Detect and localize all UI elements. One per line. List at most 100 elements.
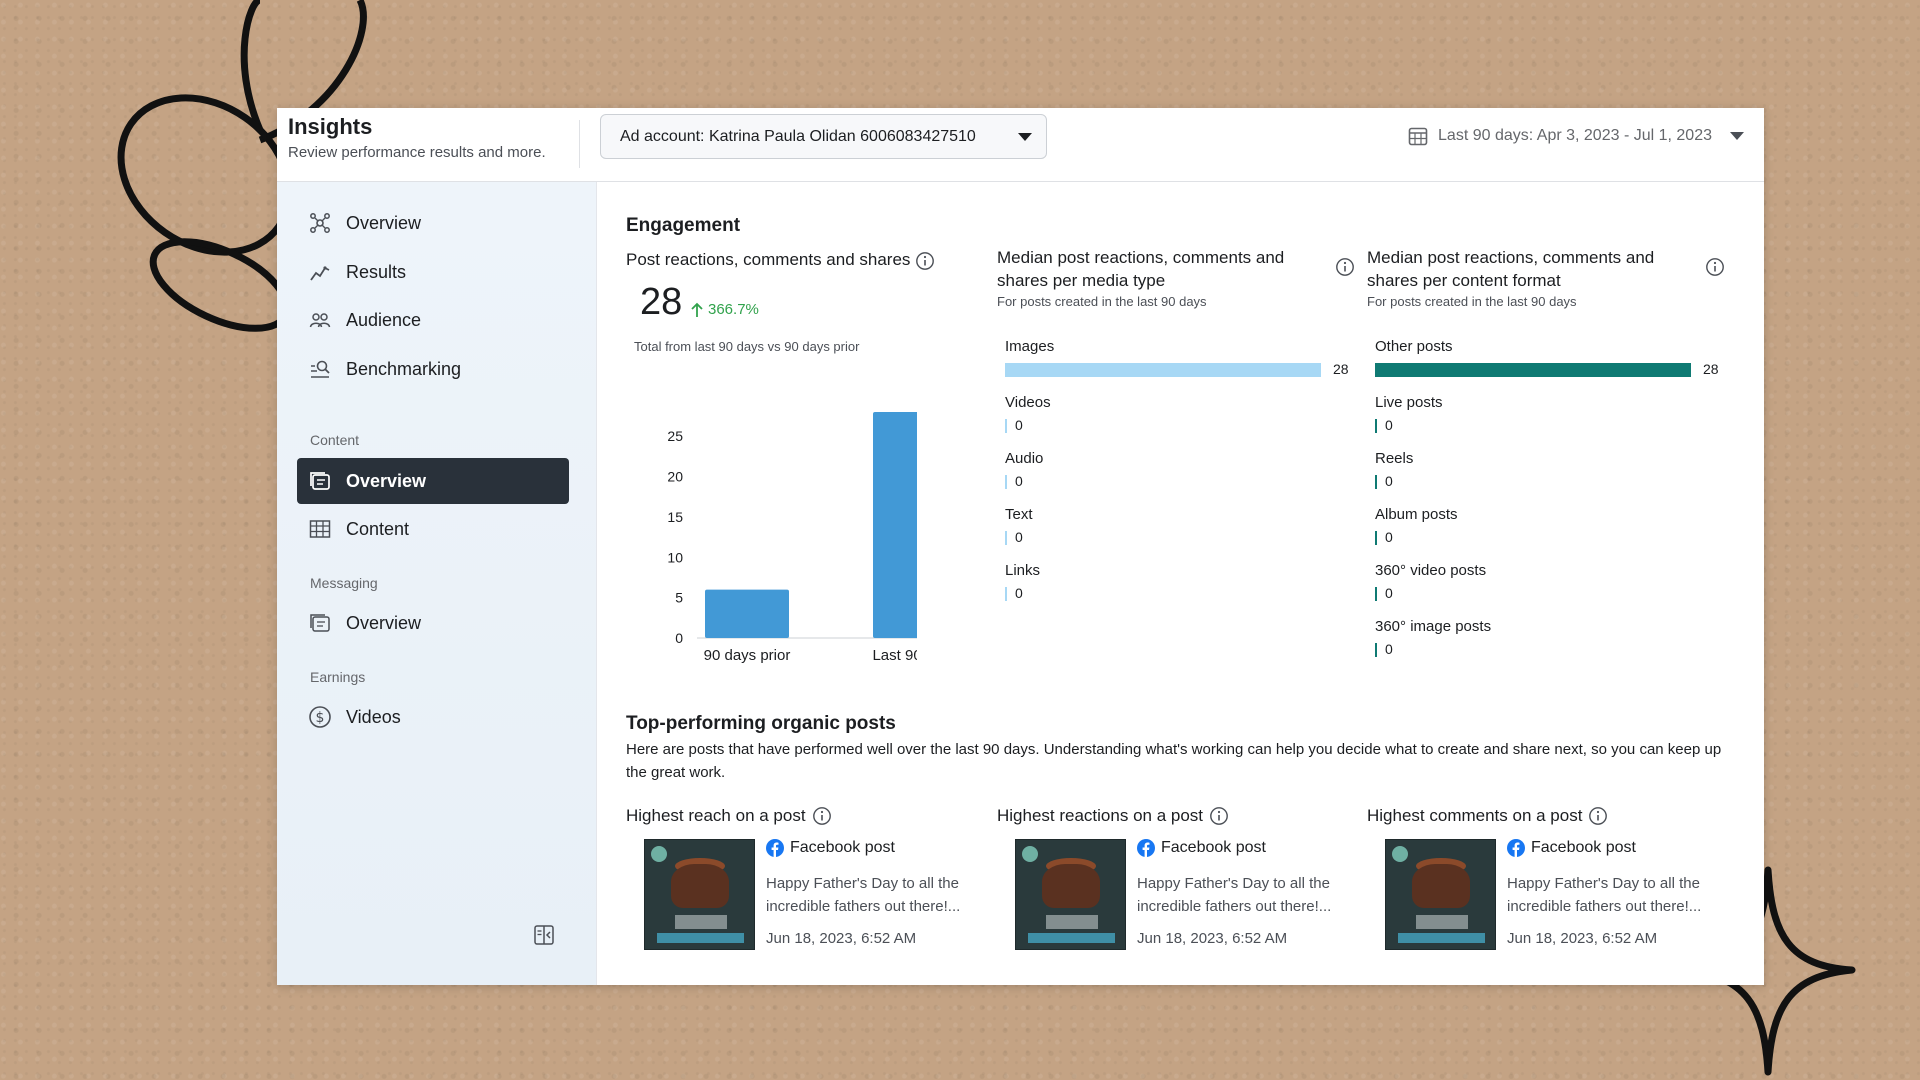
post-source[interactable]: Facebook post <box>766 839 895 857</box>
bar-row-bar <box>1005 419 1007 433</box>
bar-row-value: 0 <box>1385 529 1393 545</box>
post-text: Happy Father's Day to all the incredible… <box>1137 875 1332 915</box>
thumbnail-badge <box>1022 846 1038 862</box>
thumbnail-caption <box>675 915 727 929</box>
highest-reactions-title: Highest reactions on a post <box>997 806 1337 826</box>
x-tick-label: 90 days prior <box>704 647 791 664</box>
sidebar-item-videos[interactable]: $ Videos <box>297 694 569 740</box>
facebook-icon <box>1137 839 1155 857</box>
arrow-up-icon <box>691 302 703 317</box>
info-icon[interactable] <box>1335 257 1355 277</box>
bar-row-value: 0 <box>1015 417 1023 433</box>
top-bar: Insights Review performance results and … <box>277 108 1764 182</box>
highest-reach-title: Highest reach on a post <box>626 806 966 826</box>
bar-row-bar <box>1005 531 1007 545</box>
post-source[interactable]: Facebook post <box>1137 839 1266 857</box>
sidebar-item-label: Results <box>346 261 407 282</box>
highest-comments-title-text: Highest comments on a post <box>1367 806 1583 825</box>
highest-comments-column: Highest comments on a post Facebook post… <box>1367 806 1707 985</box>
top-posts-description: Here are posts that have performed well … <box>626 741 1722 781</box>
date-range-picker[interactable]: Last 90 days: Apr 3, 2023 - Jul 1, 2023 <box>1408 126 1744 146</box>
sidebar-section-messaging: Messaging <box>310 575 378 591</box>
chevron-down-icon <box>1018 132 1032 141</box>
media-type-title-line1: Median post reactions, comments and <box>997 248 1285 267</box>
reactions-card-title: Post reactions, comments and shares <box>626 248 935 271</box>
reactions-card-title-text: Post reactions, comments and shares <box>626 250 911 269</box>
highest-reach-column: Highest reach on a post Facebook post Ha… <box>626 806 966 985</box>
date-range-label: Last 90 days: Apr 3, 2023 - Jul 1, 2023 <box>1438 127 1712 144</box>
bar-row-value: 0 <box>1015 473 1023 489</box>
sidebar-section-content: Content <box>310 432 360 448</box>
post-thumbnail[interactable] <box>1015 839 1126 950</box>
insights-screen: Insights Review performance results and … <box>277 108 1764 985</box>
thumbnail-banner <box>1028 933 1115 943</box>
people-icon <box>308 308 332 332</box>
bar-row-label: 360° image posts <box>1375 618 1492 635</box>
header-divider <box>579 120 580 168</box>
y-tick-label: 15 <box>667 509 683 525</box>
thumbnail-cake <box>671 864 729 908</box>
sidebar-item-audience[interactable]: Audience <box>297 297 569 343</box>
bar-row-value: 0 <box>1015 585 1023 601</box>
sidebar-item-messaging-overview[interactable]: Overview <box>297 600 569 646</box>
highest-reactions-column: Highest reactions on a post Facebook pos… <box>997 806 1337 985</box>
media-type-title-line2: shares per media type <box>997 271 1166 290</box>
highest-comments-title: Highest comments on a post <box>1367 806 1707 826</box>
bar-row-bar <box>1005 363 1321 377</box>
svg-text:$: $ <box>316 710 325 726</box>
bar-row-value: 0 <box>1385 473 1393 489</box>
bar-0 <box>705 589 789 638</box>
sidebar-item-label: Overview <box>346 470 427 491</box>
page-subtitle: Review performance results and more. <box>288 144 546 161</box>
sidebar-item-content-overview[interactable]: Overview <box>297 458 569 504</box>
sidebar-item-overview[interactable]: Overview <box>297 200 569 246</box>
collapse-sidebar-icon[interactable] <box>533 924 555 951</box>
sidebar-item-content[interactable]: Content <box>297 506 569 552</box>
post-date: Jun 18, 2023, 6:52 AM <box>1137 930 1288 947</box>
post-text: Happy Father's Day to all the incredible… <box>766 875 961 915</box>
bar-row-bar <box>1375 419 1377 433</box>
info-icon[interactable] <box>915 251 935 271</box>
sidebar-item-label: Content <box>346 518 410 539</box>
post-source-label: Facebook post <box>790 839 895 856</box>
calendar-icon <box>1408 127 1428 146</box>
bar-row-value: 28 <box>1703 361 1719 377</box>
messaging-overview-icon <box>308 611 332 635</box>
sidebar-item-label: Overview <box>346 612 422 633</box>
bar-row-value: 0 <box>1015 529 1023 545</box>
thumbnail-badge <box>651 846 667 862</box>
thumbnail-cake <box>1042 864 1100 908</box>
info-icon[interactable] <box>1588 806 1608 826</box>
info-icon[interactable] <box>1705 257 1725 277</box>
x-tick-label: Last 90 days <box>872 647 917 664</box>
bar-row-bar <box>1375 363 1691 377</box>
y-tick-label: 10 <box>667 549 683 565</box>
bar-row-label: Album posts <box>1375 506 1458 523</box>
sidebar-item-benchmarking[interactable]: Benchmarking <box>297 346 569 392</box>
thumbnail-caption <box>1416 915 1468 929</box>
sidebar: Overview Results Audience Benchmarking C… <box>277 182 597 985</box>
post-source[interactable]: Facebook post <box>1507 839 1636 857</box>
main-content: Engagement Post reactions, comments and … <box>597 182 1764 985</box>
bar-row-value: 28 <box>1333 361 1349 377</box>
sidebar-item-results[interactable]: Results <box>297 249 569 295</box>
bar-row-bar <box>1375 475 1377 489</box>
info-icon[interactable] <box>812 806 832 826</box>
highest-reach-title-text: Highest reach on a post <box>626 806 806 825</box>
media-type-card-title: Median post reactions, comments and shar… <box>997 246 1327 292</box>
post-source-label: Facebook post <box>1531 839 1636 856</box>
post-thumbnail[interactable] <box>644 839 755 950</box>
ad-account-label: Ad account: Katrina Paula Olidan 6006083… <box>620 127 976 145</box>
reactions-bar-chart: 0 5 10 15 20 25 90 days prior Last 90 days <box>667 412 917 664</box>
content-overview-icon <box>308 469 332 493</box>
content-format-title-line1: Median post reactions, comments and <box>1367 248 1655 267</box>
post-thumbnail[interactable] <box>1385 839 1496 950</box>
bar-row-bar <box>1005 587 1007 601</box>
ad-account-dropdown[interactable]: Ad account: Katrina Paula Olidan 6006083… <box>600 114 1047 159</box>
info-icon[interactable] <box>1209 806 1229 826</box>
sidebar-item-label: Benchmarking <box>346 358 462 379</box>
trend-icon <box>308 260 332 284</box>
sidebar-item-label: Videos <box>346 706 401 727</box>
sidebar-item-label: Overview <box>346 212 422 233</box>
table-icon <box>308 517 332 541</box>
